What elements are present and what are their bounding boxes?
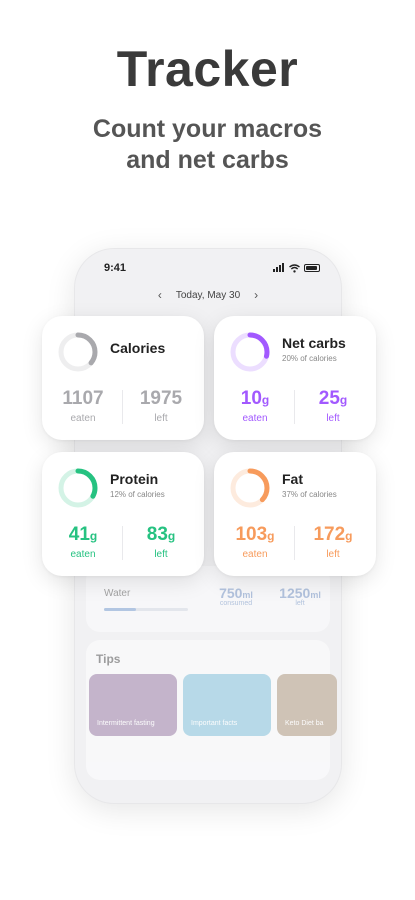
net-carbs-eaten-value: 10g (220, 388, 290, 410)
date-label[interactable]: Today, May 30 (176, 290, 240, 301)
protein-eaten-number: 41 (68, 524, 90, 545)
chevron-left-icon[interactable]: ‹ (158, 288, 162, 302)
protein-eaten-value: 41g (48, 524, 118, 546)
fat-eaten-unit: g (267, 529, 275, 543)
status-icons (273, 263, 320, 273)
protein-left-label: left (154, 549, 168, 560)
calories-eaten-value: 1107 (48, 388, 118, 410)
tips-title: Tips (96, 652, 121, 666)
water-consumed: 750ml consumed (206, 585, 266, 607)
net-carbs-left-number: 25 (318, 388, 340, 409)
wifi-icon (289, 263, 300, 273)
tip-label: Important facts (191, 720, 238, 727)
divider (294, 526, 295, 560)
tips-card: Tips Intermittent fasting Important fact… (86, 640, 337, 780)
signal-icon (273, 263, 284, 272)
headline: Tracker (116, 41, 299, 97)
protein-title: Protein (110, 471, 159, 487)
fat-ring-icon (230, 468, 270, 508)
protein-left-number: 83 (146, 524, 168, 545)
net-carbs-title: Net carbs (282, 335, 346, 351)
protein-card[interactable]: Protein 12% of calories 41g eaten 83g le… (42, 452, 204, 576)
fat-eaten-number: 103 (235, 524, 268, 545)
fat-eaten-value: 103g (220, 524, 290, 546)
fat-title: Fat (282, 471, 303, 487)
subheadline-line-1: Count your macros (92, 115, 323, 143)
net-carbs-card[interactable]: Net carbs 20% of calories 10g eaten 25g … (214, 316, 376, 440)
calories-eaten-number: 1107 (62, 388, 104, 409)
tip-label: Intermittent fasting (97, 720, 155, 727)
fat-left-label: left (326, 549, 340, 560)
protein-ring-icon (58, 468, 98, 508)
date-selector: ‹ Today, May 30 › (74, 288, 342, 302)
water-left: 1250ml left (270, 585, 330, 607)
water-label: Water (104, 588, 131, 599)
water-consumed-value: 750 (219, 585, 243, 601)
water-left-label: left (295, 600, 305, 607)
water-left-value: 1250 (279, 585, 311, 601)
protein-eaten-label: eaten (70, 549, 96, 560)
net-carbs-left-unit: g (339, 393, 348, 407)
fat-subtitle: 37% of calories (282, 490, 337, 499)
protein-subtitle: 12% of calories (110, 490, 165, 499)
net-carbs-eaten-label: eaten (242, 413, 268, 424)
divider (122, 526, 123, 560)
divider (122, 390, 123, 424)
net-carbs-eaten-unit: g (261, 393, 270, 407)
protein-left-unit: g (167, 529, 176, 543)
fat-left-number: 172 (313, 524, 346, 545)
calories-title: Calories (110, 340, 166, 356)
water-progress-fill (104, 608, 136, 611)
water-consumed-unit: ml (242, 590, 253, 600)
calories-card[interactable]: Calories 1107 eaten 1975 left (42, 316, 204, 440)
subheadline-line-2: and net carbs (126, 146, 289, 174)
divider (294, 390, 295, 424)
net-carbs-ring-icon (230, 332, 270, 372)
calories-left-number: 1975 (139, 388, 183, 409)
tip-card[interactable]: Keto Diet ba (277, 674, 337, 736)
fat-eaten-label: eaten (242, 549, 268, 560)
tip-label: Keto Diet ba (285, 720, 324, 727)
tip-card[interactable]: Intermittent fasting (89, 674, 177, 736)
chevron-right-icon[interactable]: › (254, 288, 258, 302)
calories-left-label: left (154, 413, 168, 424)
fat-left-unit: g (345, 529, 353, 543)
fat-left-value: 172g (298, 524, 368, 546)
calories-ring-icon (58, 332, 98, 372)
protein-left-value: 83g (126, 524, 196, 546)
status-time: 9:41 (104, 262, 127, 274)
calories-eaten-label: eaten (70, 413, 96, 424)
net-carbs-subtitle: 20% of calories (282, 354, 337, 363)
net-carbs-left-value: 25g (298, 388, 368, 410)
water-left-unit: ml (310, 590, 321, 600)
calories-left-value: 1975 (126, 388, 196, 410)
net-carbs-eaten-number: 10 (240, 388, 262, 409)
subheadline: Count your macros and net carbs (0, 114, 415, 176)
battery-icon (304, 263, 320, 272)
water-consumed-label: consumed (219, 600, 253, 607)
water-progress-bar (104, 608, 188, 611)
tip-card[interactable]: Important facts (183, 674, 271, 736)
protein-eaten-unit: g (89, 529, 98, 543)
net-carbs-left-label: left (326, 413, 340, 424)
fat-card[interactable]: Fat 37% of calories 103g eaten 172g left (214, 452, 376, 576)
